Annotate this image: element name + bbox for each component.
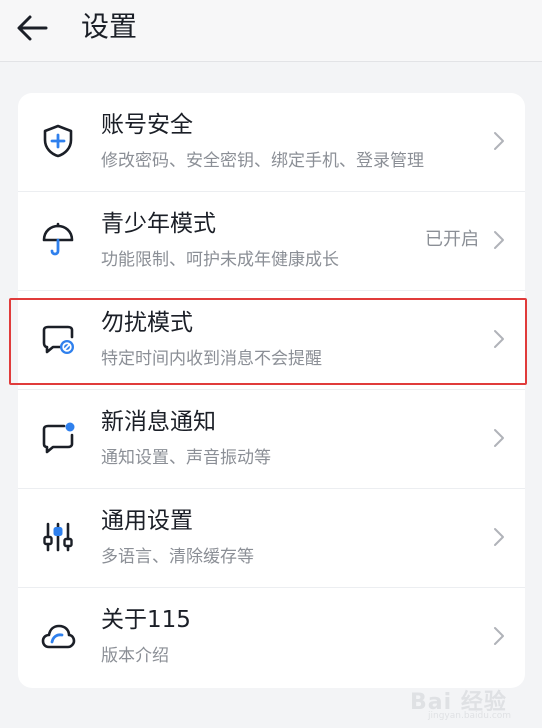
message-block-icon: [42, 325, 74, 354]
settings-item-do-not-disturb[interactable]: 勿扰模式 特定时间内收到消息不会提醒: [18, 291, 525, 390]
chevron-right-icon: [494, 627, 504, 645]
settings-item-new-message-notification[interactable]: 新消息通知 通知设置、声音振动等: [18, 390, 525, 489]
settings-item-subtitle: 版本介绍: [101, 646, 169, 666]
chevron-right-icon: [494, 528, 504, 546]
chevron-right-icon: [494, 429, 504, 447]
arrow-left-icon[interactable]: [14, 10, 50, 46]
settings-item-subtitle: 修改密码、安全密钥、绑定手机、登录管理: [101, 151, 424, 171]
settings-item-teen-mode[interactable]: 青少年模式 功能限制、呵护未成年健康成长 已开启: [18, 192, 525, 291]
settings-item-title: 关于115: [101, 607, 191, 633]
settings-list: 账号安全 修改密码、安全密钥、绑定手机、登录管理 青少年模式 功能限制、呵护未成…: [18, 93, 525, 688]
settings-item-general-settings[interactable]: 通用设置 多语言、清除缓存等: [18, 489, 525, 588]
settings-item-title: 新消息通知: [101, 409, 216, 435]
chevron-right-icon: [494, 132, 504, 150]
settings-item-subtitle: 通知设置、声音振动等: [101, 448, 271, 468]
watermark: Bai 经验 jingyan.baidu.com: [410, 684, 528, 724]
page-title: 设置: [81, 10, 138, 43]
settings-item-title: 勿扰模式: [101, 310, 193, 336]
settings-item-subtitle: 特定时间内收到消息不会提醒: [101, 349, 322, 369]
chevron-right-icon: [494, 231, 504, 249]
settings-item-subtitle: 多语言、清除缓存等: [101, 547, 254, 567]
top-bar: 设置: [0, 0, 542, 62]
settings-item-about[interactable]: 关于115 版本介绍: [18, 588, 525, 687]
message-dot-icon: [42, 422, 75, 454]
chevron-right-icon: [494, 330, 504, 348]
watermark-url: jingyan.baidu.com: [428, 711, 512, 721]
sliders-icon: [43, 522, 73, 552]
settings-item-subtitle: 功能限制、呵护未成年健康成长: [101, 250, 339, 270]
status-label: 已开启: [425, 229, 479, 250]
settings-item-title: 账号安全: [101, 112, 193, 138]
shield-plus-icon: [43, 124, 73, 158]
settings-item-account-security[interactable]: 账号安全 修改密码、安全密钥、绑定手机、登录管理: [18, 93, 525, 192]
cloud-icon: [41, 624, 76, 649]
settings-item-title: 青少年模式: [101, 211, 216, 237]
umbrella-icon: [42, 222, 74, 256]
settings-item-title: 通用设置: [101, 508, 193, 534]
